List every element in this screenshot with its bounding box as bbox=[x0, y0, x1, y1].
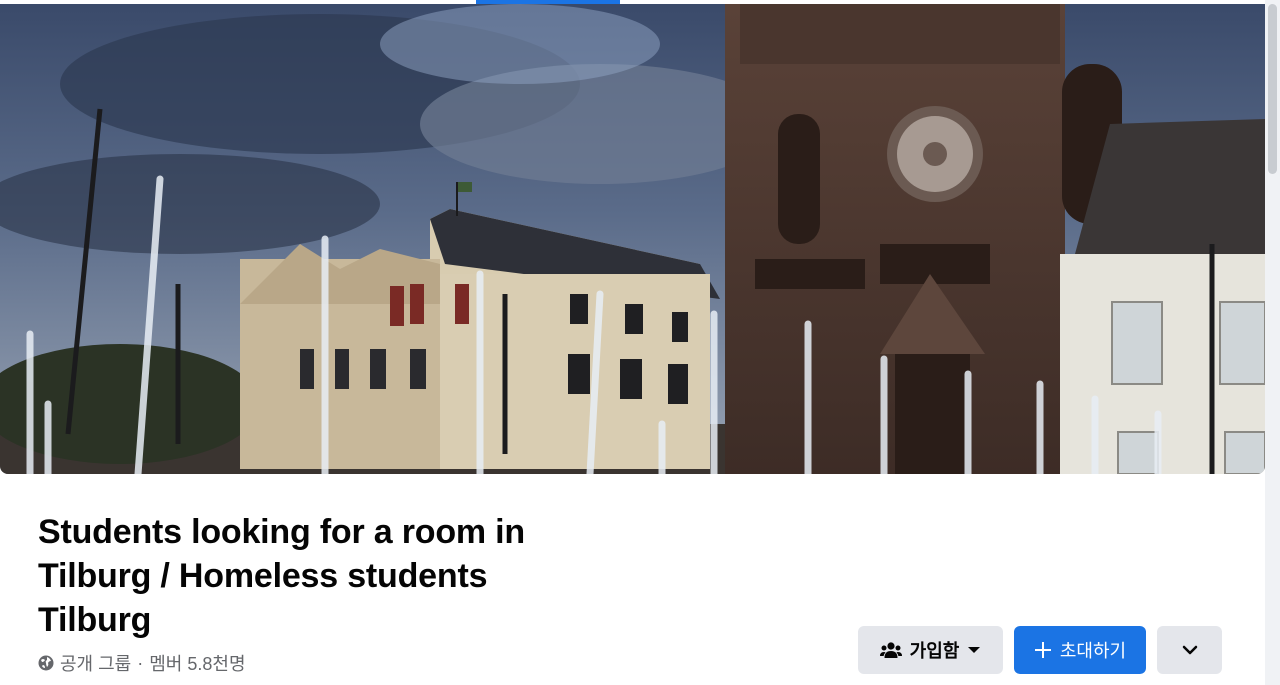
plus-icon bbox=[1034, 641, 1052, 659]
caret-down-icon bbox=[967, 645, 981, 655]
page-scrollbar[interactable] bbox=[1265, 0, 1280, 685]
globe-icon bbox=[38, 655, 54, 671]
group-privacy[interactable]: 공개 그룹 bbox=[60, 650, 131, 676]
group-title[interactable]: Students looking for a room in Tilburg /… bbox=[38, 510, 598, 642]
more-options-button[interactable] bbox=[1157, 626, 1222, 674]
active-tab-indicator bbox=[476, 0, 620, 4]
group-meta: 공개 그룹 · 멤버 5.8천명 bbox=[38, 650, 246, 676]
group-page: Students looking for a room in Tilburg /… bbox=[0, 0, 1280, 685]
invite-button[interactable]: 초대하기 bbox=[1014, 626, 1146, 674]
chevron-down-icon bbox=[1182, 644, 1198, 656]
group-members-icon bbox=[879, 641, 902, 659]
scrollbar-thumb[interactable] bbox=[1268, 4, 1277, 174]
joined-button-label: 가입함 bbox=[909, 641, 960, 661]
joined-button[interactable]: 가입함 bbox=[858, 626, 1003, 674]
meta-separator: · bbox=[137, 652, 144, 673]
invite-button-label: 초대하기 bbox=[1059, 641, 1127, 661]
cover-photo[interactable] bbox=[0, 4, 1265, 474]
group-member-count[interactable]: 멤버 5.8천명 bbox=[149, 650, 245, 676]
